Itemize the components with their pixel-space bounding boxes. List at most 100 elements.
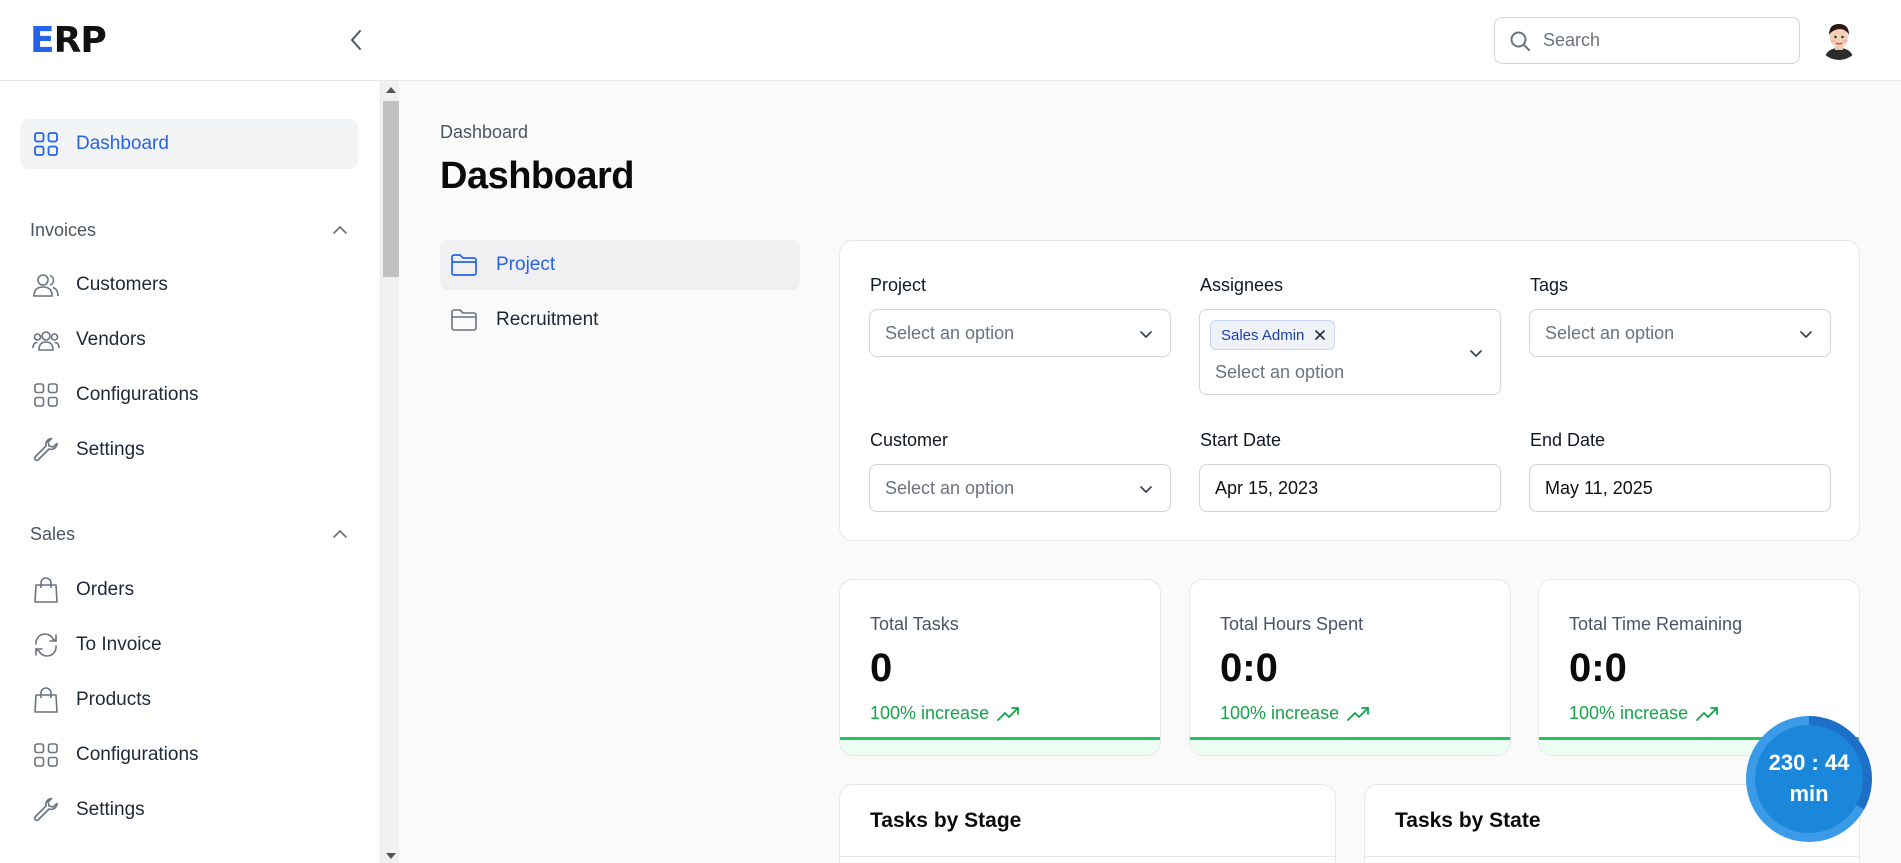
sidebar-item-label: Customers bbox=[76, 274, 168, 295]
sidebar-item-label: Configurations bbox=[76, 744, 199, 765]
search-input[interactable] bbox=[1543, 30, 1783, 51]
project-label: Project bbox=[870, 275, 927, 295]
chevron-down-icon bbox=[1470, 350, 1482, 357]
timer-unit: min bbox=[1789, 781, 1829, 806]
customer-label: Customer bbox=[870, 430, 949, 450]
wrench-icon bbox=[32, 436, 60, 464]
sidebar-item-label: Settings bbox=[76, 799, 145, 820]
stat-label: Total Tasks bbox=[870, 614, 959, 634]
sub-nav-label: Recruitment bbox=[496, 309, 599, 330]
sidebar-group-label: Invoices bbox=[30, 219, 97, 240]
breadcrumb[interactable]: Dashboard bbox=[440, 122, 528, 143]
trending-up-icon bbox=[997, 706, 1019, 721]
trending-up-icon bbox=[1347, 706, 1369, 721]
sub-nav-label: Project bbox=[496, 254, 556, 275]
remove-chip-button[interactable] bbox=[1314, 329, 1326, 341]
stat-value: 0 bbox=[870, 646, 893, 690]
user-group-icon bbox=[32, 326, 60, 354]
sidebar-item-settings[interactable]: Settings bbox=[20, 425, 358, 475]
stat-card-hours-spent: Total Hours Spent 0:0 100% increase bbox=[1189, 579, 1511, 756]
grid-icon bbox=[32, 741, 60, 769]
divider bbox=[840, 856, 1335, 857]
chevron-down-icon bbox=[1140, 486, 1152, 493]
project-placeholder: Select an option bbox=[885, 322, 1015, 343]
sidebar-item-sales-settings[interactable]: Settings bbox=[20, 785, 358, 835]
sidebar: Dashboard Invoices Customers Vendors Con… bbox=[0, 81, 380, 863]
stat-progress-fill bbox=[1190, 737, 1510, 740]
sidebar-item-label: Orders bbox=[76, 579, 135, 600]
stat-change: 100% increase bbox=[1220, 703, 1371, 724]
end-date-value: May 11, 2025 bbox=[1545, 477, 1653, 498]
tags-placeholder: Select an option bbox=[1545, 322, 1675, 343]
avatar[interactable] bbox=[1818, 18, 1860, 60]
stat-change: 100% increase bbox=[1569, 703, 1720, 724]
start-date-input[interactable]: Apr 15, 2023 bbox=[1199, 464, 1501, 512]
stat-label: Total Hours Spent bbox=[1220, 614, 1364, 634]
chip-label: Sales Admin bbox=[1221, 326, 1305, 344]
dashboard-nav-recruitment[interactable]: Recruitment bbox=[440, 295, 800, 345]
sidebar-item-label: Configurations bbox=[76, 384, 199, 405]
page-title: Dashboard bbox=[440, 155, 634, 197]
shopping-bag-icon bbox=[32, 686, 60, 714]
collapse-sidebar-button[interactable] bbox=[340, 24, 372, 56]
sidebar-group-invoices[interactable]: Invoices bbox=[30, 215, 348, 245]
sidebar-item-orders[interactable]: Orders bbox=[20, 565, 358, 615]
chevron-down-icon bbox=[1800, 331, 1812, 338]
project-select[interactable]: Select an option bbox=[869, 309, 1171, 357]
tags-select[interactable]: Select an option bbox=[1529, 309, 1831, 357]
grid-icon bbox=[32, 130, 60, 158]
divider bbox=[1365, 856, 1859, 857]
sidebar-item-products[interactable]: Products bbox=[20, 675, 358, 725]
stat-change-text: 100% increase bbox=[1220, 703, 1340, 723]
shopping-bag-icon bbox=[32, 576, 60, 604]
timer-display: 230 : 44 min bbox=[1755, 725, 1863, 833]
sidebar-item-sales-configurations[interactable]: Configurations bbox=[20, 730, 358, 780]
chart-title: Tasks by State bbox=[1395, 809, 1541, 832]
assignees-label: Assignees bbox=[1200, 275, 1284, 295]
scroll-up-arrow-icon[interactable] bbox=[386, 87, 396, 93]
stat-value: 0:0 bbox=[1220, 646, 1278, 690]
assignees-placeholder: Select an option bbox=[1215, 362, 1345, 382]
stat-change: 100% increase bbox=[870, 703, 1021, 724]
start-date-value: Apr 15, 2023 bbox=[1215, 477, 1319, 498]
search-box[interactable] bbox=[1494, 17, 1800, 64]
assignee-chip: Sales Admin bbox=[1210, 320, 1336, 350]
scroll-down-arrow-icon[interactable] bbox=[386, 853, 396, 859]
close-icon bbox=[1315, 330, 1326, 340]
timer-value: 230 : 44 bbox=[1768, 750, 1850, 776]
scrollbar-thumb[interactable] bbox=[383, 101, 399, 277]
chart-card-tasks-by-stage: Tasks by Stage bbox=[839, 784, 1336, 863]
sidebar-scrollbar[interactable] bbox=[380, 81, 399, 863]
stat-label: Total Time Remaining bbox=[1569, 614, 1743, 634]
sidebar-item-configurations[interactable]: Configurations bbox=[20, 370, 358, 420]
chevron-left-icon bbox=[351, 30, 361, 50]
sidebar-item-label: To Invoice bbox=[76, 634, 162, 655]
stat-progress-fill bbox=[840, 737, 1160, 740]
top-bar: ERP bbox=[0, 0, 1901, 81]
sidebar-item-vendors[interactable]: Vendors bbox=[20, 315, 358, 365]
assignees-select[interactable]: Sales Admin Select an option bbox=[1199, 309, 1501, 395]
sidebar-item-customers[interactable]: Customers bbox=[20, 260, 358, 310]
chart-title: Tasks by Stage bbox=[870, 809, 1022, 832]
app-logo[interactable]: ERP bbox=[30, 20, 107, 61]
sidebar-group-sales[interactable]: Sales bbox=[30, 519, 348, 549]
timer-widget[interactable]: 230 : 44 min bbox=[1746, 716, 1872, 842]
customer-select[interactable]: Select an option bbox=[869, 464, 1171, 512]
sidebar-item-dashboard[interactable]: Dashboard bbox=[20, 119, 358, 169]
sidebar-item-to-invoice[interactable]: To Invoice bbox=[20, 620, 358, 670]
folder-icon bbox=[450, 252, 480, 278]
dashboard-nav-project[interactable]: Project bbox=[440, 240, 800, 290]
end-date-input[interactable]: May 11, 2025 bbox=[1529, 464, 1831, 512]
tags-label: Tags bbox=[1530, 275, 1569, 295]
stat-card-total-tasks: Total Tasks 0 100% increase bbox=[839, 579, 1161, 756]
stat-change-text: 100% increase bbox=[870, 703, 990, 723]
stat-progress-track bbox=[840, 737, 1160, 755]
customer-placeholder: Select an option bbox=[885, 477, 1015, 498]
refresh-icon bbox=[32, 631, 60, 659]
chevron-up-icon bbox=[333, 226, 347, 234]
end-date-label: End Date bbox=[1530, 430, 1606, 450]
chevron-up-icon bbox=[333, 530, 347, 538]
sidebar-item-label: Vendors bbox=[76, 329, 146, 350]
sidebar-item-label: Products bbox=[76, 689, 151, 710]
chevron-down-icon bbox=[1140, 331, 1152, 338]
